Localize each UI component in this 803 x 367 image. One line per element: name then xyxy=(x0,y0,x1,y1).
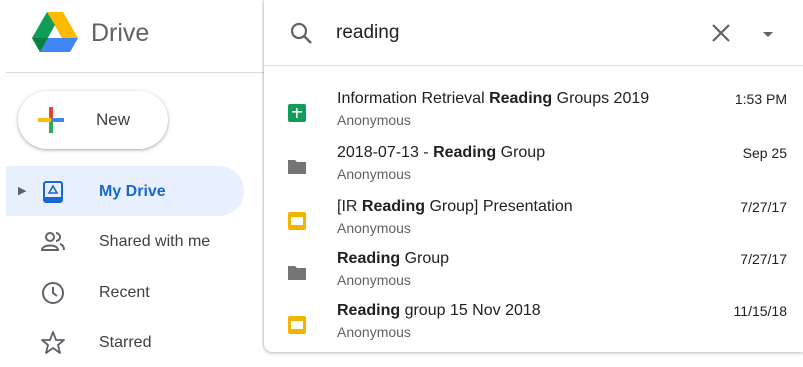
result-date: 1:53 PM xyxy=(734,91,787,107)
plus-icon xyxy=(38,107,64,133)
sidebar-item-my-drive[interactable]: ▶ My Drive xyxy=(6,166,244,216)
search-result-item[interactable]: Information Retrieval Reading Groups 201… xyxy=(264,86,803,138)
sidebar-item-label: Recent xyxy=(99,284,150,301)
sidebar-item-starred[interactable]: Starred xyxy=(6,317,244,367)
result-date: 11/15/18 xyxy=(733,303,787,319)
people-icon xyxy=(40,232,65,251)
expand-caret-icon[interactable]: ▶ xyxy=(18,184,26,197)
clear-search-icon[interactable] xyxy=(709,21,733,45)
my-drive-icon xyxy=(43,181,63,203)
search-result-item[interactable]: [IR Reading Group] Presentation Anonymou… xyxy=(264,194,803,246)
search-result-item[interactable]: Reading Group Anonymous 7/27/17 xyxy=(264,246,803,298)
search-panel: Information Retrieval Reading Groups 201… xyxy=(264,0,803,352)
result-title: 2018-07-13 - Reading Group xyxy=(337,144,546,161)
sidebar-item-recent[interactable]: Recent xyxy=(6,267,244,317)
drive-logo[interactable] xyxy=(32,12,78,52)
google-slides-icon xyxy=(288,212,306,230)
clock-icon xyxy=(42,282,64,304)
search-icon[interactable] xyxy=(289,21,313,45)
result-owner: Anonymous xyxy=(337,220,411,236)
result-date: Sep 25 xyxy=(742,145,787,161)
app-title: Drive xyxy=(91,19,150,47)
search-input[interactable] xyxy=(336,20,666,46)
search-options-dropdown-icon[interactable] xyxy=(757,23,779,45)
result-title: [IR Reading Group] Presentation xyxy=(337,198,573,215)
result-owner: Anonymous xyxy=(337,324,411,340)
result-date: 7/27/17 xyxy=(740,199,787,215)
search-divider xyxy=(264,65,803,66)
google-slides-icon xyxy=(288,316,306,334)
result-date: 7/27/17 xyxy=(740,251,787,267)
sidebar-item-label: Shared with me xyxy=(99,233,211,250)
star-icon xyxy=(41,331,65,354)
folder-icon xyxy=(288,266,306,280)
result-owner: Anonymous xyxy=(337,112,411,128)
result-title: Reading group 15 Nov 2018 xyxy=(337,302,541,319)
search-bar xyxy=(264,0,803,65)
new-button[interactable]: New xyxy=(18,91,168,149)
search-result-item[interactable]: 2018-07-13 - Reading Group Anonymous Sep… xyxy=(264,140,803,192)
sidebar-item-shared-with-me[interactable]: Shared with me xyxy=(6,216,244,266)
result-owner: Anonymous xyxy=(337,272,411,288)
google-sheets-icon xyxy=(288,104,306,122)
new-button-label: New xyxy=(96,110,131,129)
sidebar-item-label: My Drive xyxy=(99,183,166,200)
search-result-item[interactable]: Reading group 15 Nov 2018 Anonymous 11/1… xyxy=(264,298,803,350)
header-divider xyxy=(6,72,264,73)
result-owner: Anonymous xyxy=(337,166,411,182)
result-title: Reading Group xyxy=(337,250,450,267)
sidebar-item-label: Starred xyxy=(99,334,152,351)
folder-icon xyxy=(288,160,306,174)
result-title: Information Retrieval Reading Groups 201… xyxy=(337,90,650,107)
